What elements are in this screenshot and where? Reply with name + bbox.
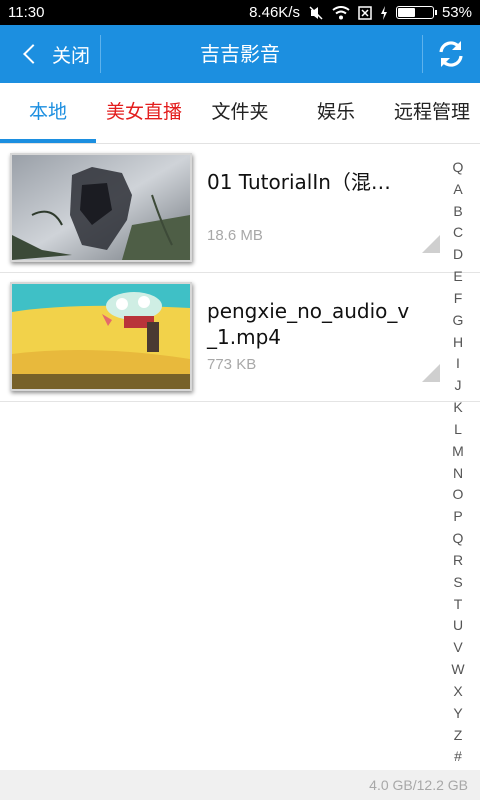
alphabet-letter[interactable]: G <box>444 310 472 332</box>
alphabet-letter[interactable]: B <box>444 201 472 223</box>
wifi-icon <box>332 5 350 19</box>
footer: 4.0 GB/12.2 GB <box>0 770 480 800</box>
status-bar: 11:30 8.46K/s 53% <box>0 0 480 25</box>
charging-icon <box>380 5 387 20</box>
chevron-left-icon <box>23 44 43 64</box>
video-size: 18.6 MB <box>207 227 263 244</box>
divider <box>100 35 101 73</box>
alphabet-letter[interactable]: A <box>444 179 472 201</box>
video-thumbnail <box>10 282 192 391</box>
video-thumbnail <box>10 153 192 262</box>
alphabet-letter[interactable]: W <box>444 659 472 681</box>
tab-remote[interactable]: 远程管理 <box>384 83 480 143</box>
alphabet-letter[interactable]: F <box>444 288 472 310</box>
video-list: 01 TutorialIn（混… 18.6 MB pengxie_no_audi… <box>0 144 480 402</box>
alphabet-letter[interactable]: R <box>444 550 472 572</box>
alphabet-letter[interactable]: # <box>444 746 472 768</box>
net-speed: 8.46K/s <box>249 4 300 21</box>
close-button-label: 关闭 <box>52 44 91 67</box>
alphabet-letter[interactable]: X <box>444 681 472 703</box>
video-item[interactable]: pengxie_no_audio_v_1.mp4 773 KB <box>0 273 480 402</box>
alphabet-letter[interactable]: S <box>444 572 472 594</box>
tab-indicator <box>0 139 96 143</box>
video-size: 773 KB <box>207 356 257 373</box>
alphabet-index[interactable]: Q A B C D E F G H I J K L M N O P Q R S T U V W X Y Z # <box>444 157 472 768</box>
storage-usage: 4.0 GB/12.2 GB <box>369 777 468 793</box>
battery-icon <box>395 6 437 19</box>
alphabet-letter[interactable]: D <box>444 244 472 266</box>
refresh-button[interactable] <box>422 25 480 83</box>
alphabet-letter[interactable]: Z <box>444 725 472 747</box>
alphabet-letter[interactable]: Y <box>444 703 472 725</box>
alphabet-letter[interactable]: T <box>444 594 472 616</box>
video-name: pengxie_no_audio_v_1.mp4 <box>207 299 410 349</box>
tab-entertainment[interactable]: 娱乐 <box>288 83 384 143</box>
video-item[interactable]: 01 TutorialIn（混… 18.6 MB <box>0 144 480 273</box>
tab-folders[interactable]: 文件夹 <box>192 83 288 143</box>
status-time: 11:30 <box>8 4 45 21</box>
alphabet-letter[interactable]: U <box>444 615 472 637</box>
alphabet-letter[interactable]: K <box>444 397 472 419</box>
alphabet-letter[interactable]: Q <box>444 157 472 179</box>
alphabet-letter[interactable]: V <box>444 637 472 659</box>
item-menu-corner[interactable] <box>422 364 440 382</box>
alphabet-letter[interactable]: N <box>444 463 472 485</box>
alphabet-letter[interactable]: I <box>444 353 472 375</box>
mute-icon <box>309 5 323 20</box>
tab-bar: 本地 美女直播 文件夹 娱乐 远程管理 <box>0 83 480 144</box>
video-name: 01 TutorialIn（混… <box>207 170 391 194</box>
alphabet-letter[interactable]: E <box>444 266 472 288</box>
alphabet-letter[interactable]: H <box>444 332 472 354</box>
alphabet-letter[interactable]: J <box>444 375 472 397</box>
tab-live[interactable]: 美女直播 <box>96 83 192 143</box>
alphabet-letter[interactable]: L <box>444 419 472 441</box>
alphabet-letter[interactable]: Q <box>444 528 472 550</box>
alphabet-letter[interactable]: O <box>444 484 472 506</box>
alphabet-letter[interactable]: M <box>444 441 472 463</box>
no-sim-icon <box>358 5 372 20</box>
tab-local[interactable]: 本地 <box>0 83 96 143</box>
status-icons: 8.46K/s 53% <box>249 4 472 21</box>
close-button[interactable]: 关闭 <box>0 25 100 83</box>
battery-percent: 53% <box>441 4 472 21</box>
item-menu-corner[interactable] <box>422 235 440 253</box>
alphabet-letter[interactable]: C <box>444 222 472 244</box>
alphabet-letter[interactable]: P <box>444 506 472 528</box>
refresh-icon <box>439 41 463 67</box>
title-bar: 关闭 吉吉影音 <box>0 25 480 83</box>
